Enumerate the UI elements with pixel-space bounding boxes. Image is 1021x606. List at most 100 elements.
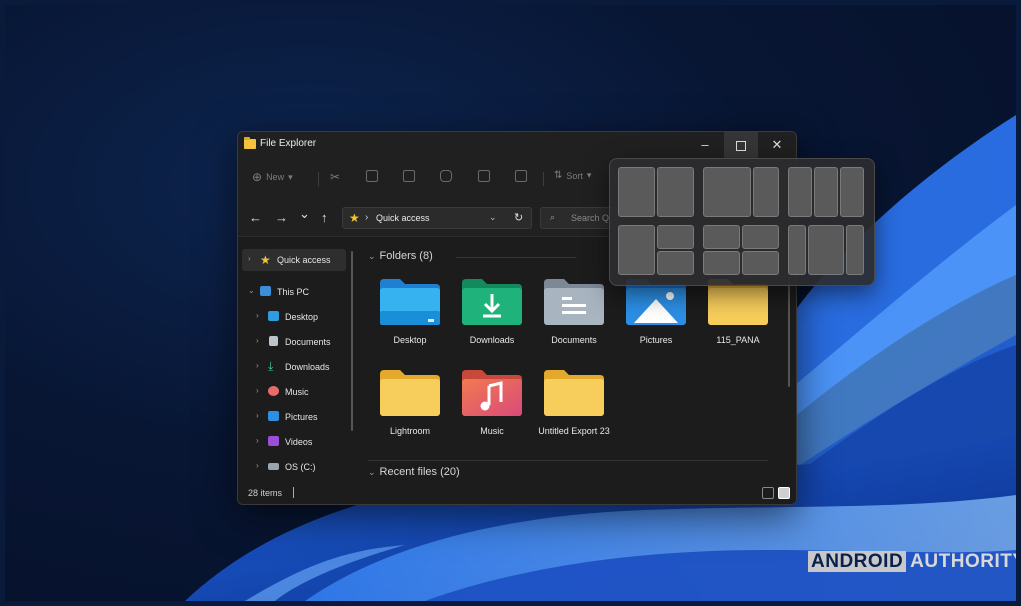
content-scrollbar[interactable] — [788, 277, 790, 387]
sidebar-scrollbar[interactable] — [351, 251, 353, 431]
snap-zone[interactable] — [814, 167, 838, 217]
sidebar-item-videos[interactable]: › Videos — [242, 431, 346, 453]
share-button[interactable] — [478, 170, 490, 182]
folder-icon — [544, 370, 604, 416]
snap-zone[interactable] — [753, 167, 779, 217]
back-button[interactable]: ← — [249, 210, 262, 225]
plus-icon: ⊕ — [252, 170, 263, 184]
sidebar-item-pictures[interactable]: › Pictures — [242, 406, 346, 428]
sidebar-item-label: This PC — [277, 287, 310, 297]
section-divider — [456, 257, 576, 258]
rename-button[interactable] — [440, 170, 452, 182]
chevron-right-icon: › — [256, 311, 259, 320]
close-button[interactable]: ✕ — [760, 132, 794, 158]
folder-label: Lightroom — [389, 426, 431, 436]
sidebar-item-os-drive[interactable]: › OS (C:) — [242, 456, 346, 478]
snap-zone[interactable] — [840, 167, 864, 217]
chevron-down-icon: ⌄ — [368, 467, 376, 477]
new-label: New — [266, 172, 285, 182]
chevron-right-icon: › — [256, 461, 259, 470]
snap-zone[interactable] — [788, 225, 806, 275]
folder-label: Untitled Export 23 — [538, 426, 610, 436]
watermark-part-two: AUTHORITY — [910, 551, 1016, 572]
maximize-icon — [736, 140, 746, 151]
folder-label: Documents — [551, 335, 597, 345]
folders-section-header[interactable]: ⌄ Folders (8) — [368, 250, 433, 262]
sidebar-item-music[interactable]: › Music — [242, 381, 346, 403]
sidebar-item-this-pc[interactable]: ⌄ This PC — [242, 281, 346, 303]
search-placeholder: Search Q — [571, 213, 610, 223]
snap-zone[interactable] — [618, 167, 655, 217]
videos-icon — [268, 436, 279, 446]
sidebar-item-desktop[interactable]: › Desktop — [242, 306, 346, 328]
copy-button[interactable] — [366, 170, 378, 182]
snap-zone[interactable] — [657, 167, 694, 217]
folder-label: Pictures — [639, 335, 673, 345]
snap-zone[interactable] — [703, 225, 740, 249]
title-bar[interactable]: File Explorer – ✕ — [238, 132, 796, 158]
copy-icon — [366, 170, 378, 182]
sidebar-item-label: Pictures — [285, 412, 318, 422]
chevron-down-icon[interactable]: ⌄ — [489, 212, 497, 223]
delete-button[interactable] — [515, 170, 527, 182]
minimize-button[interactable]: – — [688, 132, 722, 158]
sidebar-item-quick-access[interactable]: › ★ Quick access — [242, 249, 346, 271]
snap-zone[interactable] — [657, 251, 694, 275]
scissors-icon: ✂ — [330, 170, 341, 184]
folder-documents[interactable]: Documents — [534, 277, 614, 363]
cut-button[interactable]: ✂ — [330, 170, 340, 184]
chevron-right-icon: › — [256, 361, 259, 370]
snap-zone[interactable] — [788, 167, 812, 217]
snap-zone[interactable] — [808, 225, 844, 275]
folder-115-pana[interactable]: 115_PANA — [698, 277, 778, 363]
search-box[interactable]: ⌕ Search Q — [540, 207, 620, 229]
share-icon — [478, 170, 490, 182]
recent-files-section-header[interactable]: ⌄ Recent files (20) — [368, 466, 460, 478]
sidebar-item-label: Music — [285, 387, 309, 397]
folder-untitled-export-23[interactable]: Untitled Export 23 — [534, 368, 614, 454]
large-icons-view-button[interactable] — [778, 487, 790, 499]
downloads-folder-icon — [462, 279, 522, 325]
folder-lightroom[interactable]: Lightroom — [370, 368, 450, 454]
android-authority-watermark: ANDROID AUTHORITY — [808, 551, 1016, 573]
sidebar-item-downloads[interactable]: › ⤓ Downloads — [242, 356, 346, 378]
folder-music[interactable]: Music — [452, 368, 532, 454]
rename-icon — [440, 170, 452, 182]
folder-icon — [380, 370, 440, 416]
documents-icon — [269, 336, 278, 346]
chevron-right-icon: › — [256, 336, 259, 345]
music-folder-icon — [462, 370, 522, 416]
maximize-button[interactable] — [724, 132, 758, 158]
address-bar[interactable]: ★ › Quick access ⌄ ↻ — [342, 207, 532, 229]
snap-zone[interactable] — [703, 167, 751, 217]
sidebar-item-label: Desktop — [285, 312, 319, 322]
sort-button[interactable]: ⇅ Sort ▾ — [554, 170, 591, 181]
sort-icon: ⇅ — [554, 170, 563, 181]
up-button[interactable]: ↑ — [321, 210, 328, 225]
folder-downloads[interactable]: Downloads — [452, 277, 532, 363]
snap-zone[interactable] — [703, 251, 740, 275]
status-divider — [293, 487, 294, 498]
snap-zone[interactable] — [657, 225, 694, 249]
snap-zone[interactable] — [742, 251, 779, 275]
folder-pictures[interactable]: Pictures — [616, 277, 696, 363]
folders-header-label: Folders (8) — [379, 250, 433, 262]
new-button[interactable]: ⊕ New ▾ — [252, 170, 293, 184]
sidebar-item-documents[interactable]: › Documents — [242, 331, 346, 353]
details-view-button[interactable] — [762, 487, 774, 499]
refresh-icon[interactable]: ↻ — [514, 211, 523, 224]
documents-folder-icon — [544, 279, 604, 325]
snap-layouts-flyout — [609, 158, 875, 286]
snap-zone[interactable] — [618, 225, 655, 275]
recent-locations-button[interactable]: ⌄ — [299, 206, 310, 222]
snap-zone[interactable] — [846, 225, 864, 275]
folder-desktop[interactable]: Desktop — [370, 277, 450, 363]
snap-zone[interactable] — [742, 225, 779, 249]
folder-label: 115_PANA — [716, 335, 760, 345]
pc-icon — [260, 286, 271, 296]
section-divider — [368, 460, 768, 461]
paste-button[interactable] — [403, 170, 415, 182]
forward-button[interactable]: → — [275, 210, 288, 225]
folder-label: Music — [480, 426, 504, 436]
item-count: 28 items — [248, 488, 283, 498]
